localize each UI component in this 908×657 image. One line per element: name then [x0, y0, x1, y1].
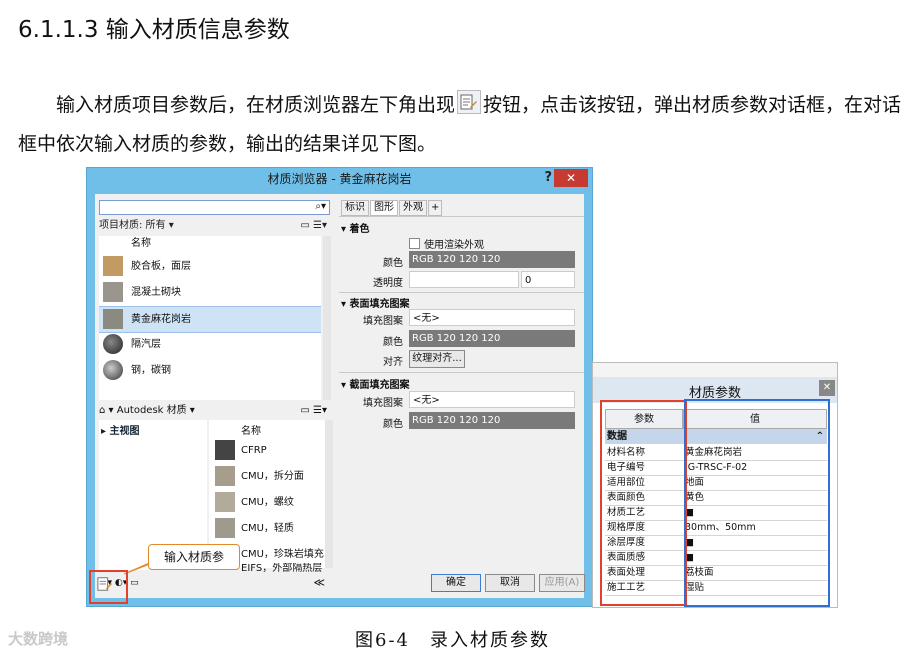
view-options-icon[interactable]: ▭ ☰▾: [300, 218, 327, 234]
watermark-logo: 大数跨境: [8, 630, 69, 648]
close-button[interactable]: ✕: [554, 169, 588, 187]
tab-identity[interactable]: 标识: [341, 200, 369, 216]
fill-pattern-field[interactable]: <无>: [409, 309, 575, 326]
list-item-selected[interactable]: 黄金麻花岗岩: [99, 306, 321, 333]
material-swatch: [215, 466, 235, 486]
list-scrollbar[interactable]: [323, 236, 331, 400]
section-cut-pattern[interactable]: ▾ 截面填充图案: [341, 376, 410, 391]
cancel-button[interactable]: 取消: [485, 574, 535, 592]
material-swatch: [215, 492, 235, 512]
list-item[interactable]: CMU，轻质: [209, 516, 325, 541]
left-pane: ⌕▾ 项目材质: 所有 ▾ ▭ ☰▾ 名称 胶合板，面层 混凝土砌块 黄金麻花岗岩…: [95, 194, 335, 598]
material-swatch: [103, 309, 123, 329]
list-item[interactable]: 钢，碳钢: [99, 358, 321, 383]
list-item[interactable]: 隔汽层: [99, 332, 321, 357]
list-header: 名称: [99, 236, 321, 252]
material-label: 钢，碳钢: [131, 365, 171, 376]
color-label: 颜色: [383, 258, 403, 269]
ok-button[interactable]: 确定: [431, 574, 481, 592]
property-tabs: 标识 图形 外观 +: [341, 200, 443, 216]
bottom-toolbar: ▤▾ ◐▾ ▭ ≪: [99, 576, 331, 592]
material-swatch: [103, 334, 123, 354]
library-item-label: CFRP: [241, 445, 267, 456]
fill-pattern-label: 填充图案: [363, 316, 403, 327]
cut-fill-field[interactable]: <无>: [409, 391, 575, 408]
dialog-close-button[interactable]: ✕: [819, 380, 835, 396]
home-icon[interactable]: ⌂ ▾: [99, 405, 114, 416]
library-item-label: CMU，轻质: [241, 523, 294, 534]
search-icon: ⌕▾: [315, 201, 326, 212]
library-view-icon[interactable]: ▭ ☰▾: [300, 403, 327, 419]
section-surface-pattern[interactable]: ▾ 表面填充图案: [341, 295, 410, 310]
material-swatch: [103, 360, 123, 380]
value-column-highlight: [684, 399, 830, 607]
surface-color-label: 颜色: [383, 337, 403, 348]
callout-label: 输入材质参: [148, 544, 240, 570]
material-label: 黄金麻花岗岩: [131, 314, 191, 325]
library-bar[interactable]: ⌂ ▾ Autodesk 材质 ▾ ▭ ☰▾: [99, 403, 331, 419]
filter-label: 项目材质: 所有 ▾: [99, 220, 174, 231]
right-pane: 标识 图形 外观 + ▾ 着色 使用渲染外观 颜色 RGB 120 120 120 透…: [339, 194, 585, 598]
list-item[interactable]: CMU，拆分面: [209, 464, 325, 489]
material-label: 混凝土砌块: [131, 287, 181, 298]
window-title: 材质浏览器 - 黄金麻花岗岩: [267, 172, 412, 186]
material-label: 隔汽层: [131, 339, 161, 350]
color-field[interactable]: RGB 120 120 120: [409, 251, 575, 268]
library-scrollbar[interactable]: [325, 420, 333, 568]
list-item[interactable]: CMU，螺纹: [209, 490, 325, 515]
use-render-checkbox[interactable]: 使用渲染外观: [409, 236, 484, 251]
use-render-label: 使用渲染外观: [424, 240, 484, 251]
apply-button[interactable]: 应用(A): [539, 574, 585, 592]
material-browser-window: 材质浏览器 - 黄金麻花岗岩 ? ✕ ⌕▾ 项目材质: 所有 ▾ ▭ ☰▾ 名称 …: [86, 167, 593, 607]
list-item[interactable]: CFRP: [209, 438, 325, 463]
material-swatch: [103, 256, 123, 276]
list-item[interactable]: 胶合板，面层: [99, 254, 321, 279]
project-materials-filter[interactable]: 项目材质: 所有 ▾ ▭ ☰▾: [99, 218, 331, 234]
material-swatch: [215, 440, 235, 460]
collapse-button[interactable]: ≪: [313, 576, 325, 589]
library-item-label: EIFS，外部隔热层: [241, 563, 323, 574]
divider: [339, 292, 584, 293]
transparency-label: 透明度: [373, 278, 403, 289]
library-item-label: CMU，螺纹: [241, 497, 294, 508]
tab-appearance[interactable]: 外观: [399, 200, 427, 216]
section-shading[interactable]: ▾ 着色: [341, 220, 370, 235]
list-header-label: 名称: [131, 238, 151, 249]
search-input[interactable]: ⌕▾: [99, 200, 330, 215]
window-body: ⌕▾ 项目材质: 所有 ▾ ▭ ☰▾ 名称 胶合板，面层 混凝土砌块 黄金麻花岗岩…: [95, 194, 585, 598]
paragraph-text-1: 输入材质项目参数后，在材质浏览器左下角出现: [56, 94, 456, 116]
cut-fill-label: 填充图案: [363, 398, 403, 409]
material-params-icon: [457, 90, 482, 114]
cut-color-label: 颜色: [383, 419, 403, 430]
material-swatch: [215, 518, 235, 538]
help-button[interactable]: ?: [544, 170, 552, 185]
divider: [339, 372, 584, 373]
divider: [339, 216, 584, 217]
tree-root[interactable]: ▸ 主视图: [99, 420, 207, 439]
texture-align-button[interactable]: 纹理对齐...: [409, 350, 465, 368]
library-item-label: CMU，拆分面: [241, 471, 304, 482]
surface-color-field[interactable]: RGB 120 120 120: [409, 330, 575, 347]
transparency-field[interactable]: 0: [521, 271, 575, 288]
material-params-button[interactable]: [97, 576, 113, 592]
material-list: 胶合板，面层 混凝土砌块 黄金麻花岗岩 隔汽层 钢，碳钢: [99, 252, 321, 400]
cut-color-field[interactable]: RGB 120 120 120: [409, 412, 575, 429]
library-label: Autodesk 材质 ▾: [116, 405, 195, 416]
body-paragraph: 输入材质项目参数后，在材质浏览器左下角出现 按钮，点击该按钮，弹出材质参数对话框，…: [18, 86, 903, 164]
figure-caption: 图6-4 录入材质参数: [355, 630, 550, 651]
transparency-slider[interactable]: [409, 271, 519, 288]
section-heading: 6.1.1.3 输入材质信息参数: [18, 17, 290, 43]
library-header: 名称: [241, 426, 261, 437]
material-swatch: [103, 282, 123, 302]
dialog-top-strip: [593, 363, 837, 377]
param-column-highlight: [600, 400, 687, 606]
list-item[interactable]: 混凝土砌块: [99, 280, 321, 305]
tab-add[interactable]: +: [428, 200, 443, 216]
material-label: 胶合板，面层: [131, 261, 191, 272]
tab-graphics[interactable]: 图形: [370, 200, 398, 216]
align-label: 对齐: [383, 357, 403, 368]
